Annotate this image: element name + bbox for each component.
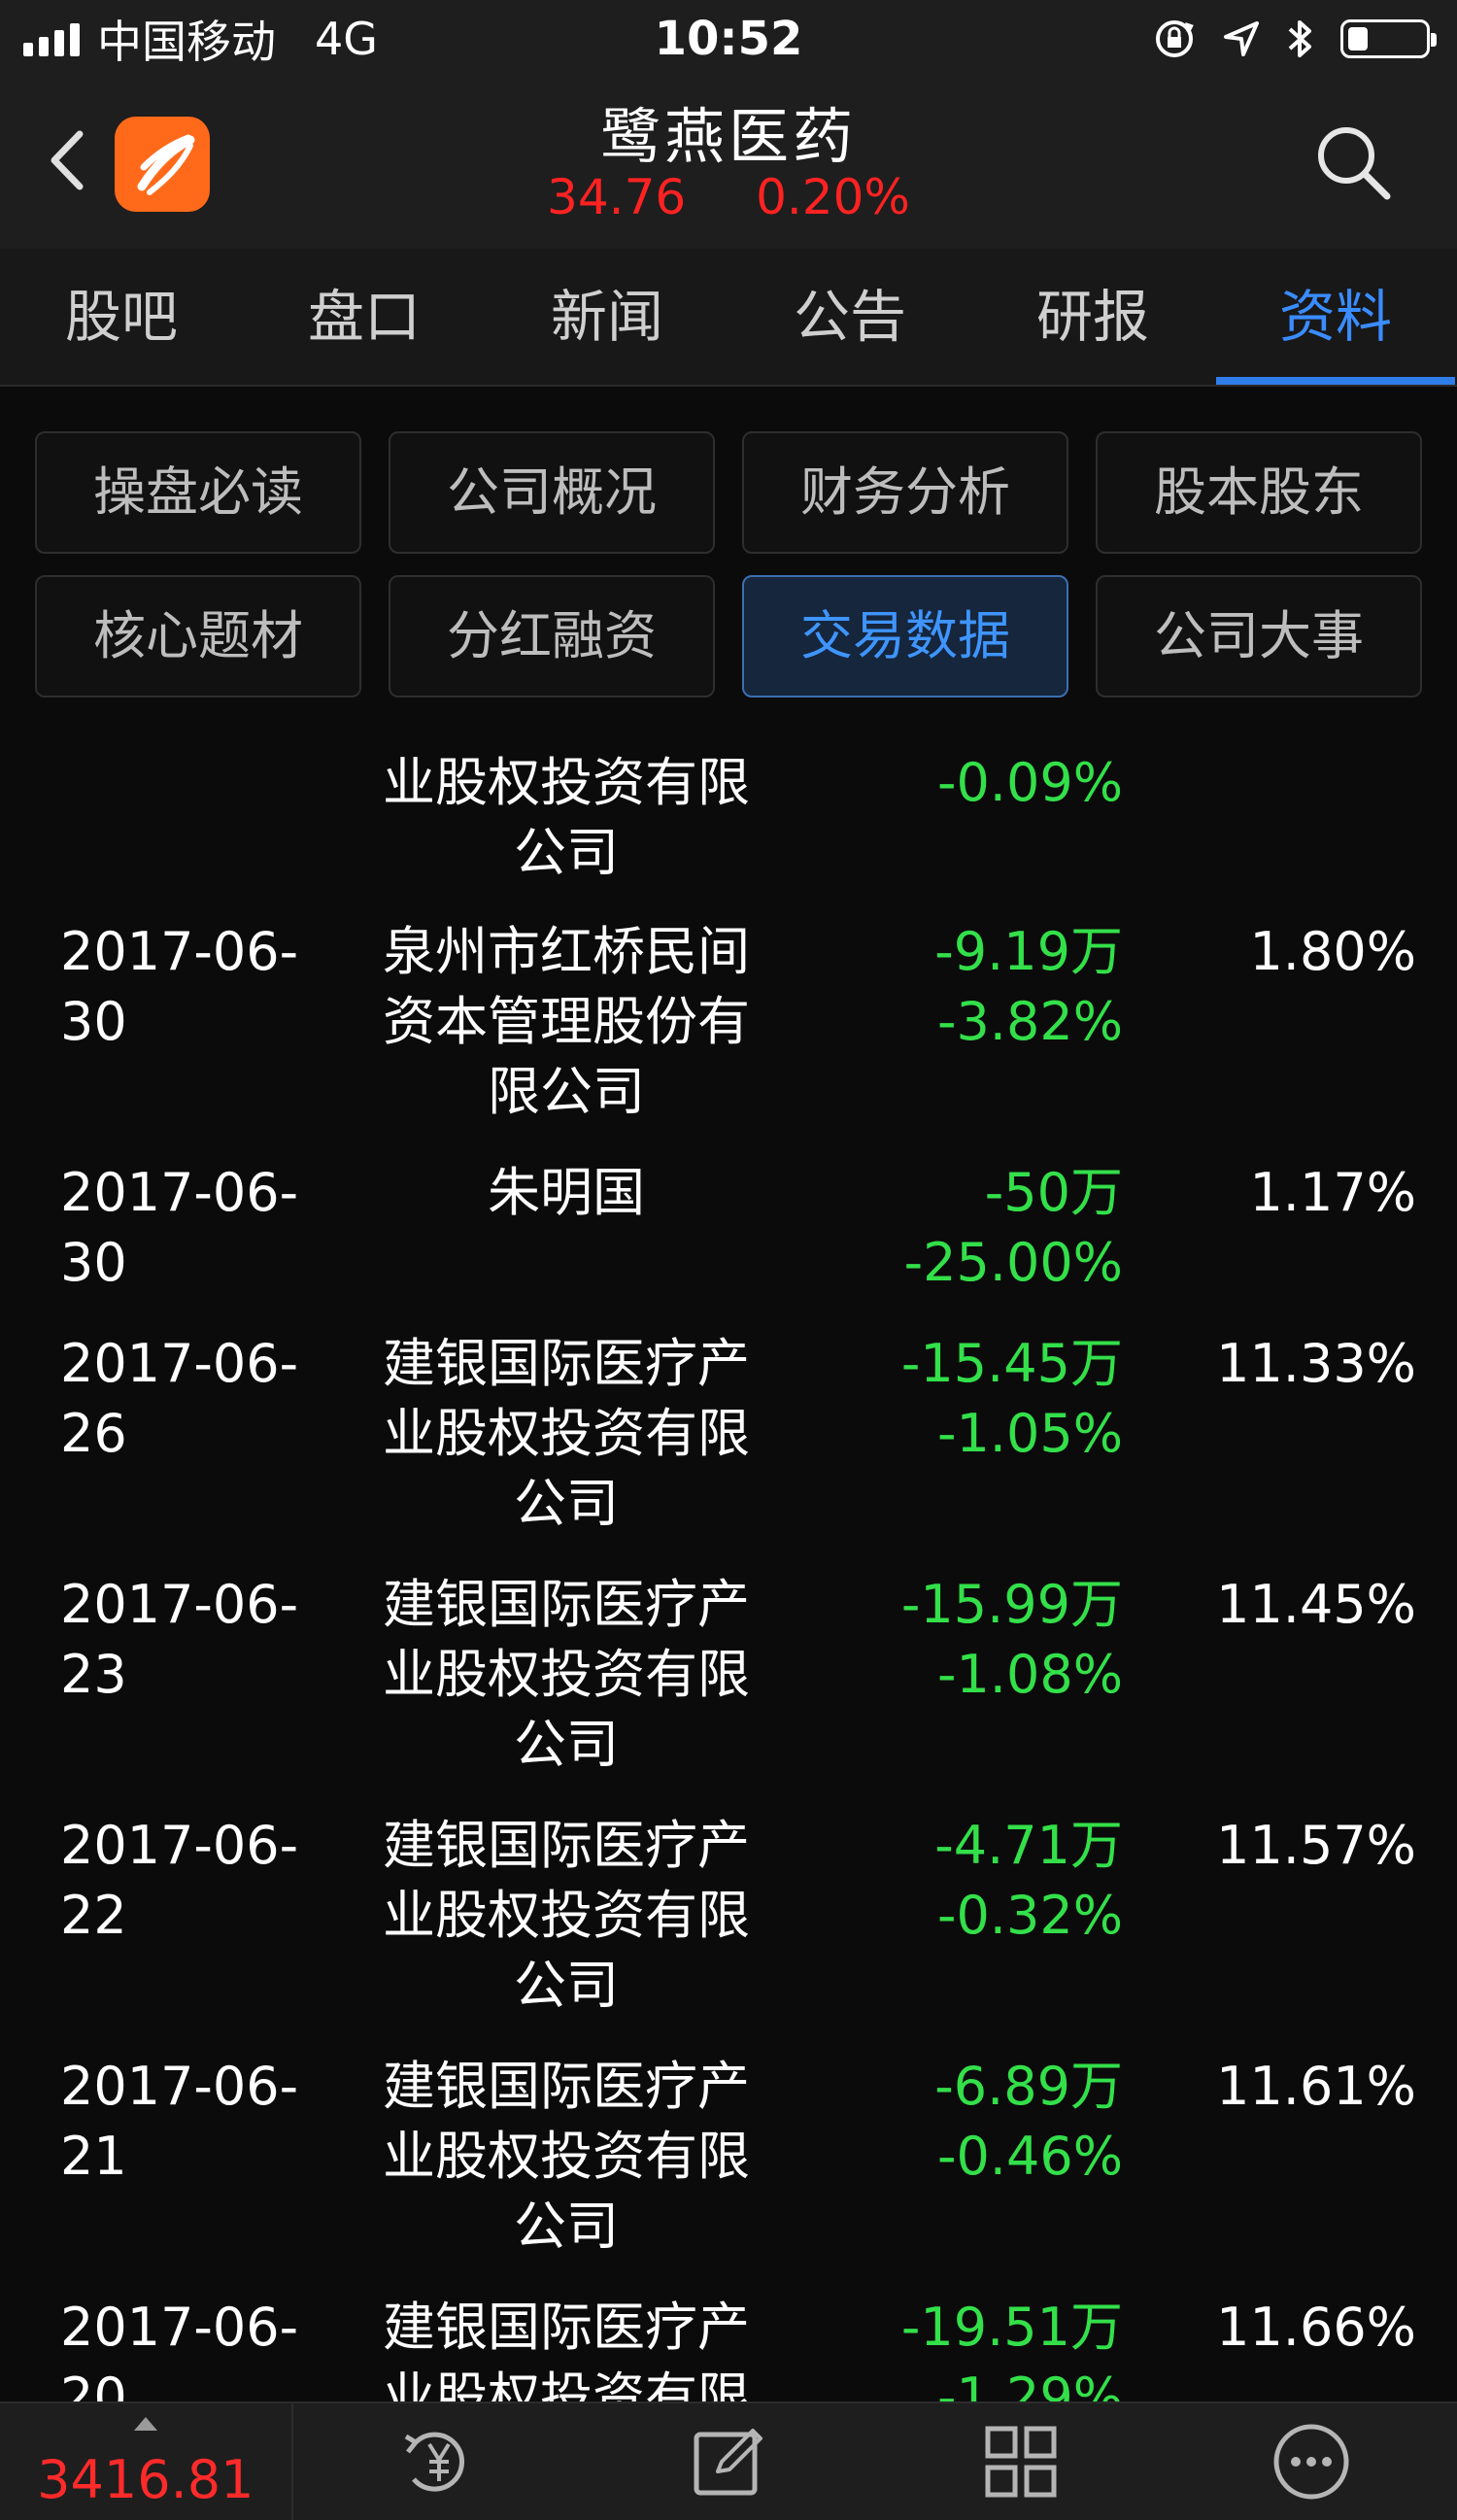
- row-ratio: 11.45%: [1216, 1574, 1416, 1635]
- row-date: 2017-06-26: [60, 1333, 299, 1464]
- sub-nav: 操盘必读 公司概况 财务分析 股本股东 核心题材 分红融资 交易数据 公司大事: [35, 431, 1422, 698]
- row-ratio: 1.17%: [1249, 1162, 1416, 1223]
- yen-exchange-icon: [405, 2432, 465, 2492]
- row-holder-name: 建银国际医疗产 业股权投资有限: [383, 2297, 750, 2401]
- stock-header: 鹭燕医药 34.76 0.20%: [0, 78, 1457, 249]
- subnav-trading-guide[interactable]: 操盘必读: [35, 431, 361, 554]
- row-change: -15.45万 -1.05%: [900, 1333, 1123, 1464]
- row-date: 2017-06-22: [60, 1815, 299, 1946]
- tab-news[interactable]: 新闻: [486, 249, 728, 385]
- stock-price: 34.76: [547, 169, 687, 225]
- row-ratio: 1.80%: [1249, 921, 1416, 982]
- market-index-value: 3416.81: [37, 2448, 254, 2510]
- search-icon[interactable]: [1309, 119, 1397, 206]
- location-arrow-icon: [1224, 21, 1259, 56]
- tab-guba[interactable]: 股吧: [0, 249, 243, 385]
- subnav-dividends[interactable]: 分红融资: [389, 575, 715, 698]
- row-holder-name: 泉州市红桥民间 资本管理股份有 限公司: [383, 921, 750, 1122]
- subnav-financial-analysis[interactable]: 财务分析: [742, 431, 1068, 554]
- subnav-company-events[interactable]: 公司大事: [1096, 575, 1422, 698]
- tab-profile[interactable]: 资料: [1214, 249, 1457, 385]
- page-title: 鹭燕医药: [599, 101, 857, 172]
- tab-announcements[interactable]: 公告: [728, 249, 971, 385]
- row-holder-name: 建银国际医疗产 业股权投资有限 公司: [383, 2056, 750, 2257]
- trade-button[interactable]: [293, 2403, 585, 2520]
- row-change: -50万 -25.00%: [903, 1162, 1123, 1293]
- stock-change-pct: 0.20%: [756, 169, 910, 225]
- row-date: 2017-06-20: [60, 2297, 299, 2401]
- row-holder-name: 朱明国: [488, 1162, 645, 1223]
- status-bar: 中国移动 4G 10:52: [0, 0, 1457, 78]
- more-icon: [1273, 2424, 1349, 2500]
- subnav-shareholders[interactable]: 股本股东: [1096, 431, 1422, 554]
- row-ratio: 11.61%: [1216, 2056, 1416, 2117]
- row-ratio: 11.33%: [1216, 1333, 1416, 1394]
- compose-icon: [694, 2429, 762, 2496]
- row-ratio: 11.66%: [1216, 2297, 1416, 2358]
- row-date: 2017-06-21: [60, 2056, 299, 2187]
- row-date: 2017-06-23: [60, 1574, 299, 1705]
- row-change: -0.09%: [936, 752, 1123, 813]
- subnav-company-overview[interactable]: 公司概况: [389, 431, 715, 554]
- row-holder-name: 业股权投资有限 公司: [383, 752, 750, 883]
- more-button[interactable]: [1166, 2403, 1457, 2520]
- market-index-button[interactable]: 3416.81: [0, 2403, 293, 2520]
- row-date: 2017-06-30: [60, 1162, 299, 1293]
- main-tabs: 股吧 盘口 新闻 公告 研报 资料: [0, 249, 1457, 387]
- grid-icon: [985, 2426, 1057, 2498]
- compose-post-button[interactable]: [584, 2403, 875, 2520]
- battery-icon: [1340, 19, 1437, 58]
- row-change: -15.99万 -1.08%: [900, 1574, 1123, 1705]
- subnav-core-themes[interactable]: 核心题材: [35, 575, 361, 698]
- stock-quote: 34.76 0.20%: [0, 169, 1457, 225]
- tab-pankou[interactable]: 盘口: [243, 249, 486, 385]
- rotation-lock-icon: [1156, 20, 1194, 57]
- row-date: 2017-06-30: [60, 921, 299, 1052]
- row-change: -4.71万 -0.32%: [934, 1815, 1123, 1946]
- subnav-trading-data[interactable]: 交易数据: [742, 575, 1068, 698]
- row-holder-name: 建银国际医疗产 业股权投资有限 公司: [383, 1815, 750, 2016]
- bottom-toolbar: 3416.81: [0, 2401, 1457, 2520]
- menu-grid-button[interactable]: [875, 2403, 1167, 2520]
- row-change: -19.51万 -1.29%: [900, 2297, 1123, 2401]
- holder-change-list[interactable]: 业股权投资有限 公司 -0.09% 2017-06-30 泉州市红桥民间 资本管理股…: [0, 699, 1457, 2401]
- row-change: -6.89万 -0.46%: [934, 2056, 1123, 2187]
- row-holder-name: 建银国际医疗产 业股权投资有限 公司: [383, 1574, 750, 1775]
- tab-research[interactable]: 研报: [971, 249, 1214, 385]
- row-ratio: 11.57%: [1216, 1815, 1416, 1876]
- row-holder-name: 建银国际医疗产 业股权投资有限 公司: [383, 1333, 750, 1534]
- bluetooth-icon: [1288, 20, 1311, 57]
- row-change: -9.19万 -3.82%: [934, 921, 1123, 1052]
- expand-up-icon: [133, 2417, 157, 2431]
